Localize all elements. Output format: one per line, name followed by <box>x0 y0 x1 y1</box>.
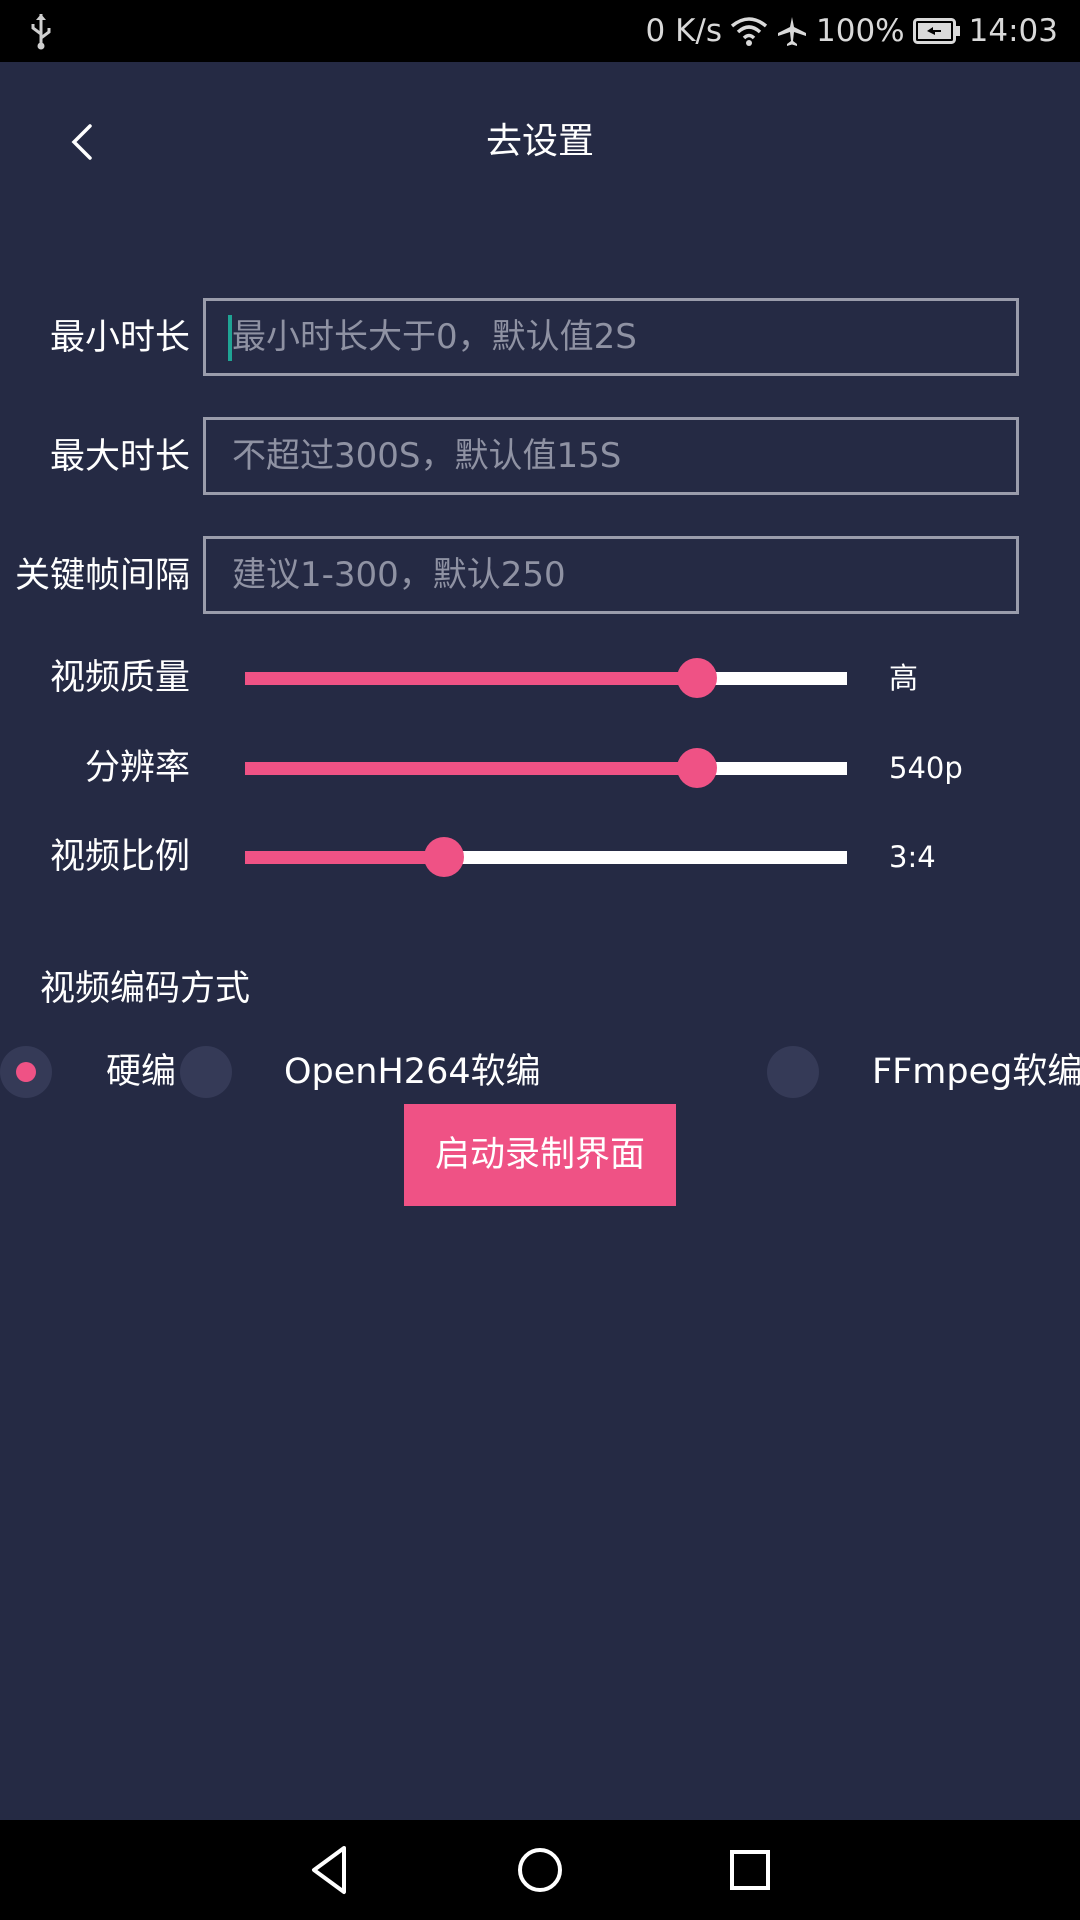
radio-ffmpeg-encode[interactable] <box>767 1046 819 1098</box>
back-triangle-icon[interactable] <box>300 1840 360 1900</box>
recents-square-icon[interactable] <box>720 1840 780 1900</box>
keyframe-interval-placeholder: 建议1-300，默认250 <box>232 555 566 595</box>
min-duration-placeholder: 最小时长大于0，默认值2S <box>232 317 637 357</box>
radio-selected-dot <box>16 1062 36 1082</box>
slider-fill <box>245 762 697 775</box>
slider-thumb[interactable] <box>423 837 464 877</box>
aspect-ratio-slider[interactable] <box>245 837 847 877</box>
header: 去设置 <box>0 62 1080 222</box>
video-quality-slider[interactable] <box>245 658 847 698</box>
video-quality-label: 视频质量 <box>49 658 190 698</box>
battery-percent: 100% <box>816 13 905 49</box>
encoding-section-title: 视频编码方式 <box>40 969 251 1009</box>
radio-openh264-encode[interactable] <box>180 1046 232 1098</box>
aspect-ratio-row: 视频比例 3:4 <box>0 827 1080 887</box>
clock: 14:03 <box>968 13 1058 49</box>
min-duration-label: 最小时长 <box>49 318 190 358</box>
radio-hardware-encode[interactable] <box>0 1046 52 1098</box>
max-duration-row: 最大时长 不超过300S，默认值15S <box>0 417 1080 497</box>
resolution-value: 540p <box>889 751 963 785</box>
keyframe-interval-row: 关键帧间隔 建议1-300，默认250 <box>0 536 1080 616</box>
radio-hardware-encode-label[interactable]: 硬编 <box>106 1046 176 1098</box>
radio-openh264-encode-label[interactable]: OpenH264软编 <box>284 1046 541 1098</box>
aspect-ratio-label: 视频比例 <box>49 837 190 877</box>
resolution-row: 分辨率 540p <box>0 738 1080 798</box>
slider-fill <box>245 672 697 685</box>
min-duration-input[interactable]: 最小时长大于0，默认值2S <box>203 298 1019 376</box>
page-title: 去设置 <box>485 121 594 162</box>
resolution-label: 分辨率 <box>84 748 190 788</box>
system-nav-bar <box>0 1820 1080 1920</box>
resolution-slider[interactable] <box>245 748 847 788</box>
battery-icon <box>912 18 960 44</box>
max-duration-label: 最大时长 <box>49 437 190 477</box>
slider-thumb[interactable] <box>676 748 717 788</box>
keyframe-interval-label: 关键帧间隔 <box>14 556 190 596</box>
usb-icon <box>31 14 51 50</box>
max-duration-input[interactable]: 不超过300S，默认值15S <box>203 417 1019 495</box>
min-duration-row: 最小时长 最小时长大于0，默认值2S <box>0 298 1080 378</box>
video-quality-row: 视频质量 高 <box>0 648 1080 708</box>
slider-fill <box>245 851 444 864</box>
app-screen: 0 K/s 100% 14:03 去设置 最小时长 最小时长大于0，默认值2S … <box>0 0 1080 1920</box>
slider-thumb[interactable] <box>676 658 717 698</box>
network-speed: 0 K/s <box>645 13 723 49</box>
status-bar: 0 K/s 100% 14:03 <box>0 0 1080 62</box>
aspect-ratio-value: 3:4 <box>889 840 936 874</box>
start-recording-button[interactable]: 启动录制界面 <box>404 1104 676 1206</box>
wifi-icon <box>730 17 768 46</box>
video-quality-value: 高 <box>889 661 919 695</box>
home-circle-icon[interactable] <box>510 1840 570 1900</box>
max-duration-placeholder: 不超过300S，默认值15S <box>232 436 622 476</box>
radio-ffmpeg-encode-label[interactable]: FFmpeg软编 <box>872 1046 1080 1098</box>
keyframe-interval-input[interactable]: 建议1-300，默认250 <box>203 536 1019 614</box>
airplane-icon <box>778 17 807 46</box>
